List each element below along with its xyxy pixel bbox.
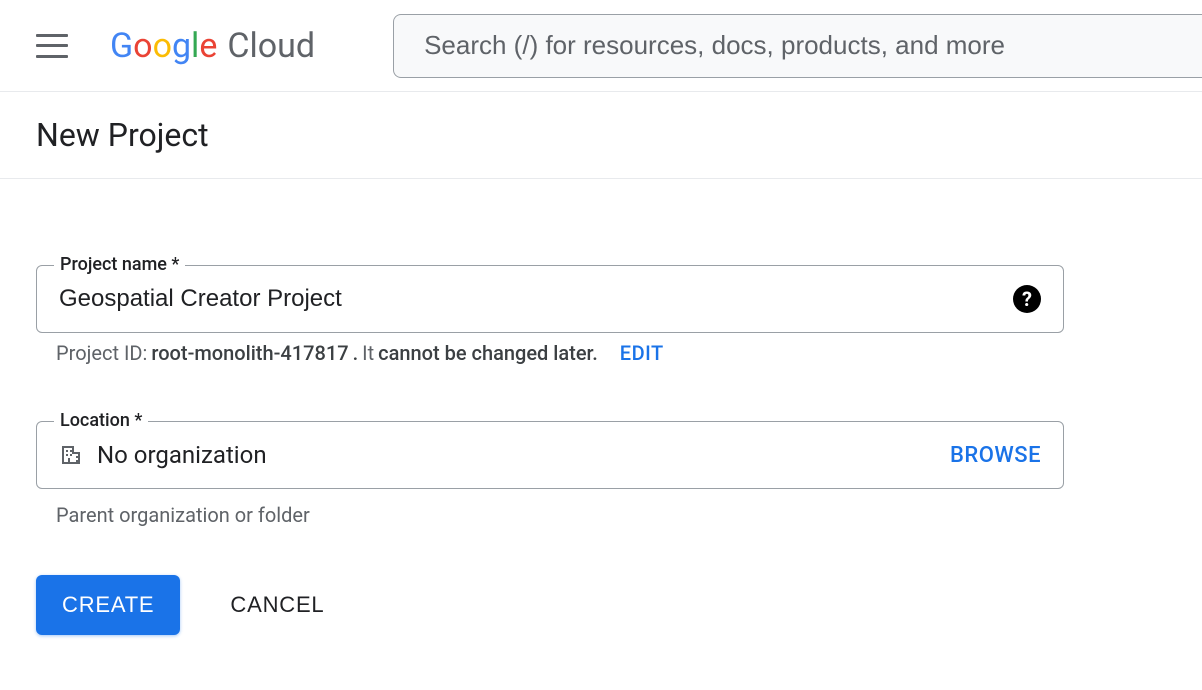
project-id-note2: cannot be changed later.: [378, 341, 598, 365]
location-box[interactable]: No organization BROWSE: [36, 421, 1064, 489]
logo[interactable]: Google Cloud: [110, 26, 315, 66]
project-id-value: root-monolith-417817: [151, 341, 348, 365]
menu-icon[interactable]: [36, 34, 68, 58]
browse-button[interactable]: BROWSE: [950, 443, 1041, 468]
titlebar: New Project: [0, 92, 1202, 179]
organization-icon: [59, 443, 83, 467]
logo-cloud-text: Cloud: [227, 26, 315, 66]
project-name-input[interactable]: [59, 285, 1013, 313]
project-id-prefix: Project ID:: [56, 341, 147, 365]
app-header: Google Cloud: [0, 0, 1202, 92]
project-name-label: Project name *: [54, 254, 185, 275]
help-icon[interactable]: ?: [1013, 285, 1041, 313]
location-hint: Parent organization or folder: [36, 489, 1064, 527]
search-box[interactable]: [393, 14, 1202, 78]
project-name-field: Project name * ? Project ID: root-monoli…: [36, 265, 1064, 365]
project-id-note1: It: [362, 341, 374, 365]
project-id-hint: Project ID: root-monolith-417817. It can…: [36, 333, 1064, 365]
logo-google-text: Google: [110, 26, 217, 66]
form-container: Project name * ? Project ID: root-monoli…: [0, 179, 1100, 635]
cancel-button[interactable]: CANCEL: [230, 592, 324, 618]
location-value: No organization: [97, 441, 950, 469]
page-title: New Project: [36, 116, 1166, 154]
search-input[interactable]: [424, 30, 1172, 61]
project-name-box[interactable]: ?: [36, 265, 1064, 333]
create-button[interactable]: CREATE: [36, 575, 180, 635]
location-field: Location * No organization BROWSE Parent…: [36, 421, 1064, 527]
edit-project-id-link[interactable]: EDIT: [620, 341, 664, 365]
project-id-dot: .: [353, 341, 359, 365]
action-buttons: CREATE CANCEL: [36, 575, 1064, 635]
location-label: Location *: [54, 410, 148, 431]
